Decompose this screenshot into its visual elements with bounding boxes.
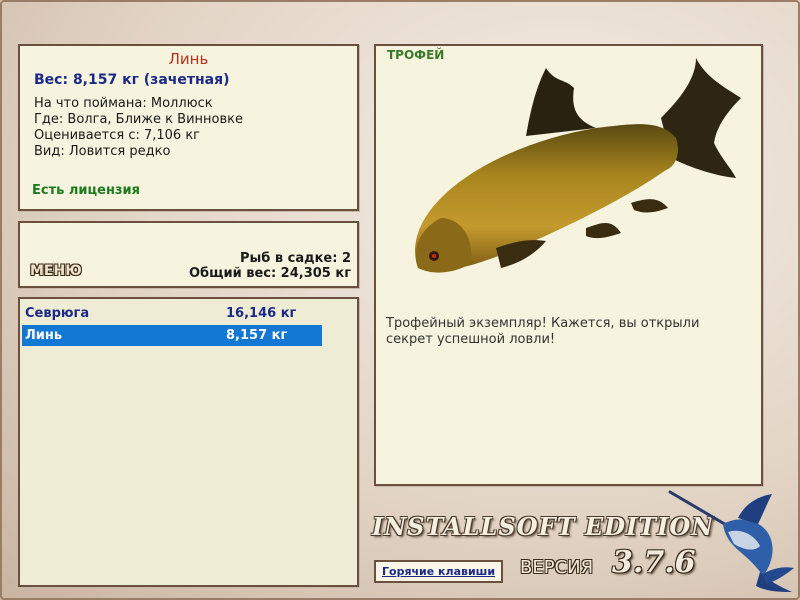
fish-info-panel: Линь Вес: 8,157 кг (зачетная) На что пой… [18,44,359,211]
cage-total-weight: Общий вес: 24,305 кг [188,266,351,281]
list-item[interactable]: Севрюга 16,146 кг [22,303,322,324]
fish-weight: Вес: 8,157 кг (зачетная) [34,72,230,88]
list-item-name: Севрюга [25,306,90,321]
list-item-name: Линь [25,328,63,343]
edition-logo-text: INSTALLSOFT EDITION [372,512,715,541]
marlin-icon [668,490,794,592]
cage-panel: МЕНЮ Рыб в садке: 2 Общий вес: 24,305 кг [18,221,359,288]
fish-rated-from: Оценивается с: 7,106 кг [34,128,201,143]
menu-button[interactable]: МЕНЮ [30,263,82,279]
list-item-selected[interactable]: Линь 8,157 кг [22,325,322,346]
tench-fish-icon [415,58,741,273]
fish-caught-on: На что поймана: Моллюск [34,96,213,111]
list-item-weight: 16,146 кг [226,306,297,321]
catch-list-panel: Севрюга 16,146 кг Линь 8,157 кг [18,297,359,587]
fish-location: Где: Волга, Ближе к Винновке [34,112,244,127]
trophy-panel: ТРОФЕЙ Трофейный экземпляр! Кажется, вы … [374,44,763,486]
fish-in-cage-count: Рыб в садке: 2 [239,251,351,266]
version-label: ВЕРСИЯ [520,557,594,578]
fish-name: Линь [168,50,209,68]
hotkeys-link[interactable]: Горячие клавиши [374,560,504,583]
fish-kind: Вид: Ловится редко [34,144,171,159]
license-status: Есть лицензия [32,183,140,198]
trophy-description: Трофейный экземпляр! Кажется, вы открыли… [386,316,700,347]
list-item-weight: 8,157 кг [226,328,288,343]
